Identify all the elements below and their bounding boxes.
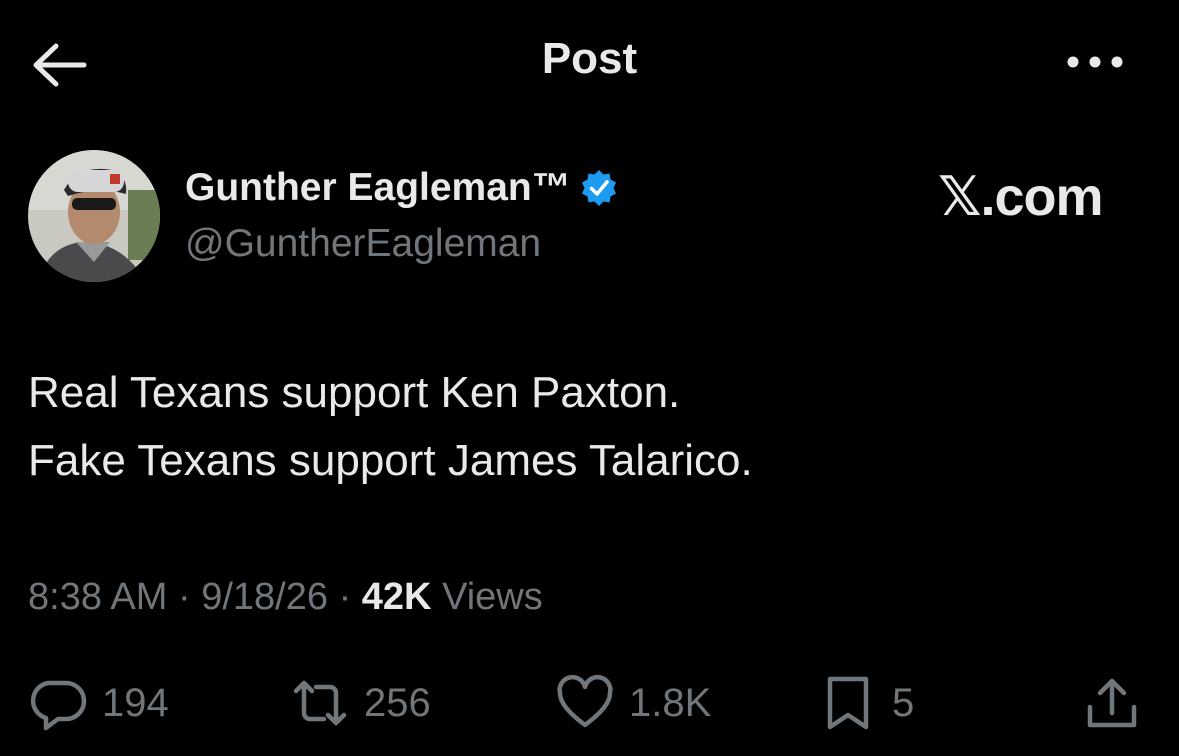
verified-badge-icon — [581, 170, 616, 206]
author-handle[interactable]: @GuntherEagleman — [185, 222, 541, 266]
more-horizontal-icon[interactable] — [1064, 45, 1126, 79]
heart-icon — [557, 674, 613, 728]
tweet-time[interactable]: 8:38 AM — [28, 576, 167, 618]
bookmark-icon — [827, 676, 869, 730]
repost-button[interactable]: 256 — [290, 668, 431, 738]
x-com-watermark: 𝕏.com — [938, 167, 1104, 227]
repost-icon — [293, 680, 347, 726]
reply-count: 194 — [102, 680, 169, 725]
bookmark-button[interactable]: 5 — [818, 668, 914, 738]
views-count: 42K — [361, 576, 432, 618]
page-title: Post — [541, 34, 638, 83]
like-button[interactable]: 1.8K — [555, 668, 711, 738]
tweet-text-line-2: Fake Texans support James Talarico. — [28, 436, 753, 485]
top-bar: Post — [0, 0, 1179, 130]
tweet-date[interactable]: 9/18/26 — [201, 576, 328, 618]
share-icon — [1087, 678, 1137, 728]
action-bar: 194 256 1.8K 5 — [0, 668, 1179, 738]
tweet-text-line-1: Real Texans support Ken Paxton. — [28, 368, 681, 417]
reply-icon — [30, 680, 87, 731]
meta-separator: · — [338, 576, 352, 618]
like-count: 1.8K — [629, 680, 712, 725]
author-name[interactable]: Gunther Eagleman™ — [185, 166, 571, 210]
avatar[interactable] — [28, 150, 160, 282]
bookmark-count: 5 — [892, 680, 915, 725]
share-button[interactable] — [1082, 668, 1142, 738]
meta-separator: · — [177, 576, 191, 618]
views-label: Views — [442, 576, 543, 618]
tweet-meta: 8:38 AM · 9/18/26 · 42K Views — [28, 576, 543, 619]
reply-button[interactable]: 194 — [28, 668, 169, 738]
author-name-row[interactable]: Gunther Eagleman™ — [185, 166, 619, 210]
repost-count: 256 — [364, 680, 431, 725]
